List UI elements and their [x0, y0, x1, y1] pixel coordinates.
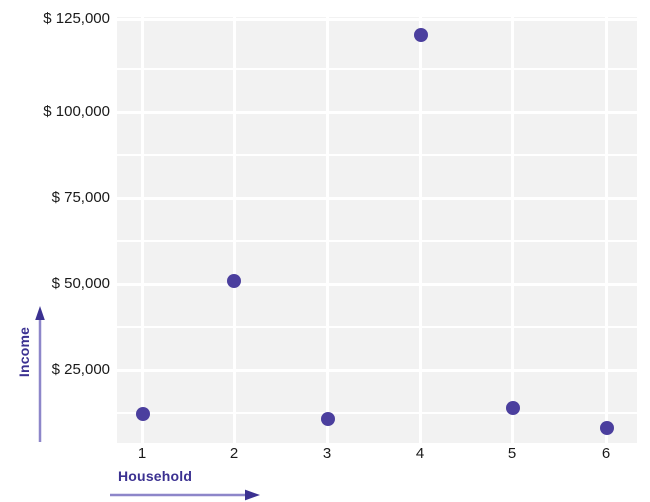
gridline-horizontal: [117, 326, 637, 328]
gridline-horizontal: [117, 283, 637, 286]
x-tick-label-2: 2: [229, 445, 239, 462]
point-household-2[interactable]: [227, 274, 241, 288]
x-tick-label-5: 5: [507, 445, 517, 462]
y-tick-label-125000: $ 125,000: [43, 10, 110, 27]
gridline-horizontal: [117, 111, 637, 114]
x-axis-title-group: Household: [110, 468, 270, 502]
gridline-horizontal: [117, 197, 637, 200]
y-tick-label-50000: $ 50,000: [51, 275, 110, 292]
x-tick-label-1: 1: [137, 445, 147, 462]
point-household-3[interactable]: [321, 412, 335, 426]
gridline-horizontal: [117, 15, 637, 17]
gridline-horizontal: [117, 369, 637, 372]
gridline-vertical: [605, 15, 608, 443]
point-household-1[interactable]: [136, 407, 150, 421]
x-tick-label-4: 4: [415, 445, 425, 462]
gridline-horizontal: [117, 68, 637, 70]
point-household-6[interactable]: [600, 421, 614, 435]
x-tick-label-3: 3: [322, 445, 332, 462]
plot-area: [117, 15, 637, 443]
x-axis-title: Household: [118, 468, 193, 484]
gridline-horizontal: [117, 18, 637, 21]
arrow-right-icon: [110, 489, 260, 501]
y-tick-label-100000: $ 100,000: [43, 103, 110, 120]
gridline-vertical: [511, 15, 514, 443]
scatter-chart: $ 125,000 $ 100,000 $ 75,000 $ 50,000 $ …: [0, 0, 650, 502]
point-household-4[interactable]: [414, 28, 428, 42]
gridline-horizontal: [117, 154, 637, 156]
gridline-vertical: [141, 15, 144, 443]
x-tick-label-6: 6: [601, 445, 611, 462]
gridline-vertical: [233, 15, 236, 443]
gridline-vertical: [326, 15, 329, 443]
gridline-horizontal: [117, 412, 637, 414]
arrow-up-icon: [35, 306, 45, 442]
point-household-5[interactable]: [506, 401, 520, 415]
gridline-horizontal: [117, 240, 637, 242]
y-axis-title-group: Income: [8, 306, 52, 442]
y-tick-label-75000: $ 75,000: [51, 189, 110, 206]
gridline-vertical: [419, 15, 422, 443]
x-axis-tick-labels: 1 2 3 4 5 6: [0, 446, 650, 470]
y-axis-title: Income: [16, 326, 32, 378]
